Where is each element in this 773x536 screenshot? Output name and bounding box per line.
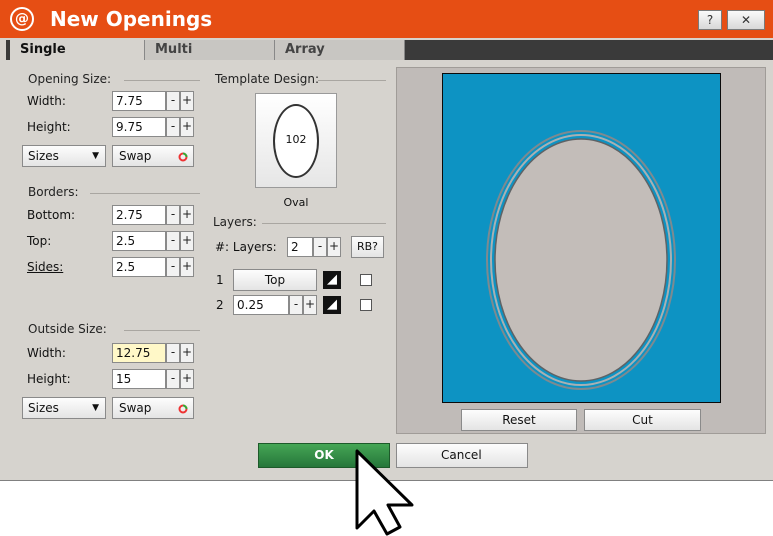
border-sides-input[interactable]: 2.5 — [112, 257, 166, 277]
swap-label: Swap — [119, 149, 152, 163]
outside-width-increment[interactable]: + — [180, 343, 194, 363]
border-top-label: Top: — [27, 234, 52, 248]
layer-2-input[interactable]: 0.25 — [233, 295, 289, 315]
outside-sizes-dropdown[interactable]: Sizes ▼ — [22, 397, 106, 419]
close-icon: ✕ — [740, 13, 752, 27]
opening-swap-button[interactable]: Swap — [112, 145, 194, 167]
rb-button[interactable]: RB? — [351, 236, 384, 258]
layer-index: 2 — [216, 298, 224, 312]
layers-increment[interactable]: + — [327, 237, 341, 257]
window-title: New Openings — [50, 7, 213, 31]
swap-icon — [178, 152, 188, 162]
cut-button[interactable]: Cut — [584, 409, 701, 431]
border-sides-increment[interactable]: + — [180, 257, 194, 277]
swap-label: Swap — [119, 401, 152, 415]
opening-width-input[interactable]: 7.75 — [112, 91, 166, 111]
oval-opening-preview — [486, 130, 676, 390]
section-divider — [124, 330, 200, 331]
outside-width-label: Width: — [27, 346, 66, 360]
chevron-down-icon: ▼ — [92, 151, 99, 161]
pen-icon[interactable]: ◢ — [323, 271, 341, 289]
layers-count-label: #: Layers: — [215, 240, 277, 254]
outside-height-label: Height: — [27, 372, 71, 386]
tab-array[interactable]: Array — [275, 40, 405, 60]
reset-button[interactable]: Reset — [461, 409, 577, 431]
sizes-label: Sizes — [28, 149, 59, 163]
outside-height-input[interactable]: 15 — [112, 369, 166, 389]
swap-icon — [178, 404, 188, 414]
opening-height-label: Height: — [27, 120, 71, 134]
outside-swap-button[interactable]: Swap — [112, 397, 194, 419]
border-bottom-label: Bottom: — [27, 208, 76, 222]
outside-width-input[interactable]: 12.75 — [112, 343, 166, 363]
border-top-input[interactable]: 2.5 — [112, 231, 166, 251]
layer-2-increment[interactable]: + — [303, 295, 317, 315]
border-top-increment[interactable]: + — [180, 231, 194, 251]
opening-width-label: Width: — [27, 94, 66, 108]
dialog-window: @ New Openings ? ✕ Single Multi Array Op… — [0, 0, 773, 481]
app-logo-icon: @ — [10, 7, 34, 31]
tab-multi[interactable]: Multi — [145, 40, 275, 60]
layers-count-input[interactable]: 2 — [287, 237, 313, 257]
opening-width-increment[interactable]: + — [180, 91, 194, 111]
tab-single[interactable]: Single — [10, 40, 145, 60]
chevron-down-icon: ▼ — [92, 403, 99, 413]
border-top-decrement[interactable]: - — [166, 231, 180, 251]
borders-section-label: Borders: — [28, 185, 79, 199]
template-number: 102 — [285, 133, 307, 146]
section-divider — [90, 193, 200, 194]
opening-width-decrement[interactable]: - — [166, 91, 180, 111]
mouse-cursor-icon — [355, 449, 414, 536]
section-divider — [262, 223, 386, 224]
opening-height-decrement[interactable]: - — [166, 117, 180, 137]
template-name: Oval — [283, 196, 309, 209]
layers-decrement[interactable]: - — [313, 237, 327, 257]
opening-size-section-label: Opening Size: — [28, 72, 112, 86]
sizes-label: Sizes — [28, 401, 59, 415]
layer-1-checkbox[interactable] — [360, 274, 372, 286]
border-bottom-decrement[interactable]: - — [166, 205, 180, 225]
opening-sizes-dropdown[interactable]: Sizes ▼ — [22, 145, 106, 167]
section-divider — [318, 80, 386, 81]
section-divider — [124, 80, 200, 81]
border-sides-decrement[interactable]: - — [166, 257, 180, 277]
opening-height-input[interactable]: 9.75 — [112, 117, 166, 137]
outside-height-increment[interactable]: + — [180, 369, 194, 389]
help-icon: ? — [706, 13, 714, 27]
help-button[interactable]: ? — [698, 10, 722, 30]
layer-2-decrement[interactable]: - — [289, 295, 303, 315]
outside-height-decrement[interactable]: - — [166, 369, 180, 389]
layer-2-checkbox[interactable] — [360, 299, 372, 311]
outside-size-section-label: Outside Size: — [28, 322, 107, 336]
pen-icon[interactable]: ◢ — [323, 296, 341, 314]
title-bar: @ New Openings ? ✕ — [0, 0, 773, 38]
template-thumbnail[interactable]: 102 — [255, 93, 337, 188]
border-sides-link[interactable]: Sides: — [27, 258, 63, 276]
layer-1-top-button[interactable]: Top — [233, 269, 317, 291]
layers-section-label: Layers: — [213, 215, 257, 229]
border-bottom-input[interactable]: 2.75 — [112, 205, 166, 225]
template-design-section-label: Template Design: — [215, 72, 320, 86]
mat-preview[interactable] — [442, 73, 721, 403]
close-button[interactable]: ✕ — [727, 10, 765, 30]
opening-height-increment[interactable]: + — [180, 117, 194, 137]
border-bottom-increment[interactable]: + — [180, 205, 194, 225]
outside-width-decrement[interactable]: - — [166, 343, 180, 363]
layer-index: 1 — [216, 273, 224, 287]
